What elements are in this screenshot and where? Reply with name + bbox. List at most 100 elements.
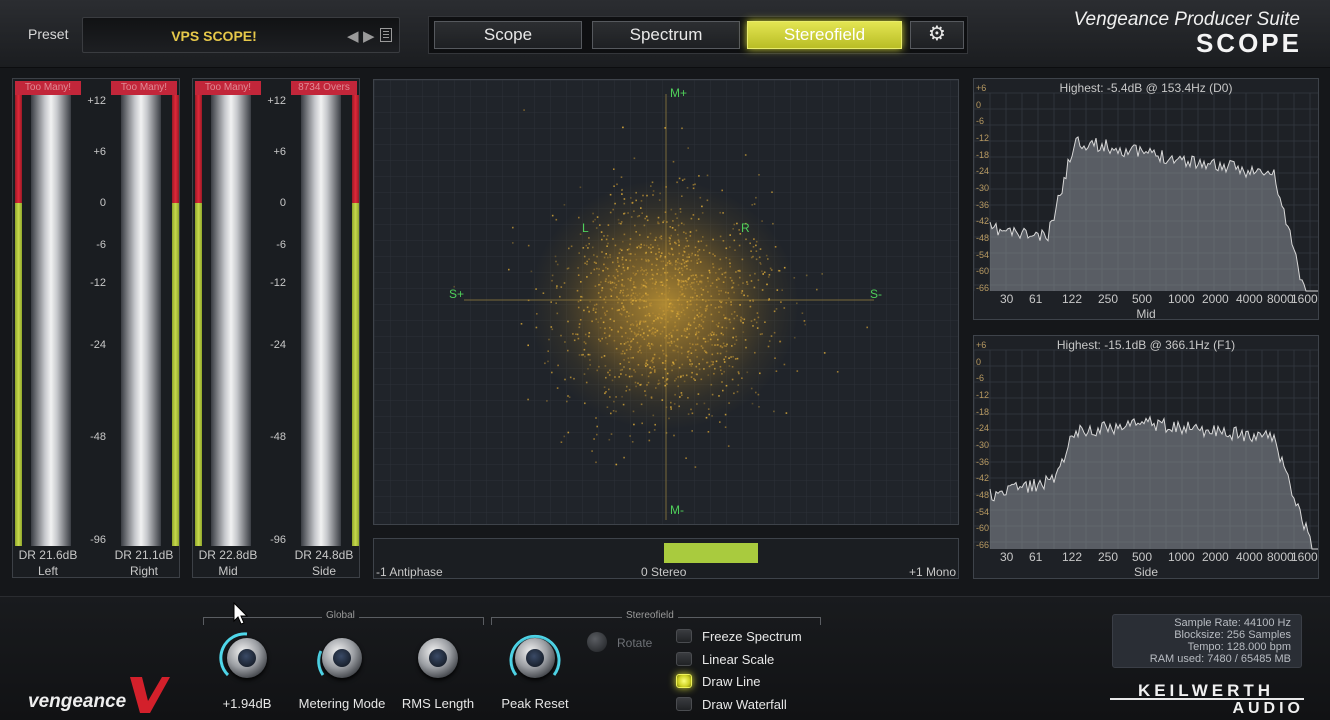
db-tick-label: -24 (976, 423, 990, 434)
spectrum-side: Highest: -15.1dB @ 366.1Hz (F1) +6 0 -6 -12… (973, 335, 1319, 579)
freq-tick-label: 16000 (1291, 550, 1318, 564)
correlation-right-label: +1 Mono (908, 565, 956, 579)
rms-bar-right (121, 95, 161, 546)
channel-name-side: Side (311, 564, 337, 578)
preset-name[interactable]: VPS SCOPE! (83, 28, 345, 44)
linear-scale-label: Linear Scale (702, 652, 775, 667)
draw-line-toggle[interactable]: Draw Line (676, 672, 826, 690)
freq-tick-label: 16000 (1291, 292, 1318, 306)
preset-list-icon[interactable] (380, 28, 392, 42)
draw-line-label: Draw Line (702, 674, 761, 689)
rotate-knob[interactable] (587, 632, 607, 652)
meter-panel-left-right: Too Many! Too Many! +12 +6 0 -6 -12 -24 … (12, 78, 180, 578)
top-bar: Preset VPS SCOPE! ◀ ▶ Scope Spectrum Ste… (0, 0, 1330, 68)
db-tick-label: -30 (976, 183, 990, 193)
next-preset-icon[interactable]: ▶ (363, 27, 375, 45)
label-m-plus: M+ (670, 86, 688, 100)
draw-waterfall-toggle[interactable]: Draw Waterfall (676, 695, 826, 713)
correlation-bar (664, 543, 758, 563)
spectrum-side-db-scale: +6 0 -6 -12 -18 -24 -30 -36 -42 -48 -54 -60 -66 (976, 340, 996, 550)
label-r: R (741, 221, 750, 235)
spectrum-mid-freq-scale: 30 61 122 250 500 1000 2000 4000 800016000 (974, 292, 1318, 306)
freq-tick-label: 8000 (1267, 550, 1294, 564)
freq-tick-label: 61 (1029, 550, 1043, 564)
over-indicator-side[interactable]: 8734 Overs (291, 81, 357, 95)
channel-name-right: Right (129, 564, 158, 578)
rms-bar-mid (211, 95, 251, 546)
tab-stereofield[interactable]: Stereofield (747, 21, 902, 49)
linear-scale-checkbox[interactable] (676, 652, 692, 666)
freq-tick-label: 250 (1098, 292, 1119, 306)
draw-line-checkbox[interactable] (676, 674, 692, 688)
preset-selector[interactable]: VPS SCOPE! ◀ ▶ (82, 17, 400, 53)
tab-scope[interactable]: Scope (434, 21, 582, 49)
metering-mode-knob[interactable] (313, 629, 371, 687)
freq-tick-label: 122 (1062, 292, 1083, 306)
freq-tick-label: 30 (1000, 292, 1014, 306)
channel-name-mid: Mid (218, 564, 238, 578)
dr-right: DR 21.1dB (114, 548, 174, 562)
label-s-plus: S+ (449, 287, 465, 301)
rotate-label: Rotate (617, 636, 653, 650)
freq-tick-label: 2000 (1202, 550, 1229, 564)
info-ram: RAM used: 7480 / 65485 MB (1149, 653, 1291, 665)
spectrum-side-plot (974, 349, 1318, 550)
vengeance-logo: vengeance (28, 691, 127, 712)
db-tick-label: -30 (976, 440, 990, 450)
gain-knob[interactable] (218, 629, 276, 687)
spectrum-side-name: Side (1133, 565, 1159, 579)
meter-panel-mid-side: Too Many! 8734 Overs +12 +6 0 -6 -12 -24… (192, 78, 360, 578)
db-tick-label: +6 (976, 340, 987, 350)
metering-mode-label: Metering Mode (298, 696, 386, 711)
draw-waterfall-checkbox[interactable] (676, 697, 692, 711)
freq-tick-label: 250 (1098, 550, 1119, 564)
peak-bar-left (15, 203, 22, 546)
peak-bar-right (172, 203, 179, 546)
db-tick-label: -36 (976, 199, 990, 210)
db-tick-label: -6 (976, 116, 985, 127)
prev-preset-icon[interactable]: ◀ (347, 27, 359, 45)
db-tick-label: 0 (976, 356, 982, 367)
over-indicator-mid[interactable]: Too Many! (195, 81, 261, 95)
dr-side: DR 24.8dB (294, 548, 354, 562)
db-tick-label: -12 (976, 390, 990, 400)
info-blocksize: Blocksize: 256 Samples (1174, 629, 1291, 641)
linear-scale-toggle[interactable]: Linear Scale (676, 650, 826, 668)
db-tick-label: -42 (976, 473, 990, 484)
db-tick-label: -66 (976, 540, 990, 550)
preset-label: Preset (28, 26, 69, 42)
db-tick-label: -24 (976, 166, 990, 177)
scale-label: -12 (90, 277, 106, 289)
scale-label: +6 (93, 146, 106, 158)
db-tick-label: 0 (976, 99, 982, 110)
spectrum-mid-title: Highest: -5.4dB @ 153.4Hz (D0) (1059, 81, 1233, 95)
scale-label: +12 (267, 95, 286, 107)
dr-mid: DR 22.8dB (198, 548, 258, 562)
view-tabs: Scope Spectrum Stereofield ⚙ (428, 16, 968, 54)
db-tick-label: -18 (976, 406, 990, 417)
keilwerth-logo-audio: AUDIO (1232, 700, 1304, 717)
spectrum-side-freq-scale: 30 61 122 250 500 1000 2000 4000 800016000 (974, 550, 1318, 564)
spectrum-mid-db-scale: +6 0 -6 -12 -18 -24 -30 -36 -42 -48 -54 -60 -66 (976, 83, 996, 293)
freq-tick-label: 2000 (1202, 292, 1229, 306)
channel-name-left: Left (37, 564, 58, 578)
freq-tick-label: 1000 (1168, 292, 1195, 306)
stereofield-group-title: Stereofield (622, 610, 678, 621)
tab-spectrum[interactable]: Spectrum (592, 21, 740, 49)
scale-label: -6 (276, 239, 286, 251)
freq-tick-label: 61 (1029, 292, 1043, 306)
db-tick-label: -42 (976, 216, 990, 227)
db-tick-label: +6 (976, 83, 987, 93)
freq-tick-label: 1000 (1168, 550, 1195, 564)
over-indicator-left[interactable]: Too Many! (15, 81, 81, 95)
db-tick-label: -18 (976, 149, 990, 160)
rms-bar-left (31, 95, 71, 546)
rms-length-knob[interactable] (409, 629, 467, 687)
freeze-spectrum-toggle[interactable]: Freeze Spectrum (676, 627, 826, 645)
gain-knob-label: +1.94dB (222, 696, 272, 711)
freeze-spectrum-checkbox[interactable] (676, 629, 692, 643)
peak-reset-knob[interactable] (506, 629, 564, 687)
stereofield-display: M+ M- S+ S- L R (373, 79, 959, 525)
over-indicator-right[interactable]: Too Many! (111, 81, 177, 95)
gear-icon[interactable]: ⚙ (910, 21, 964, 49)
